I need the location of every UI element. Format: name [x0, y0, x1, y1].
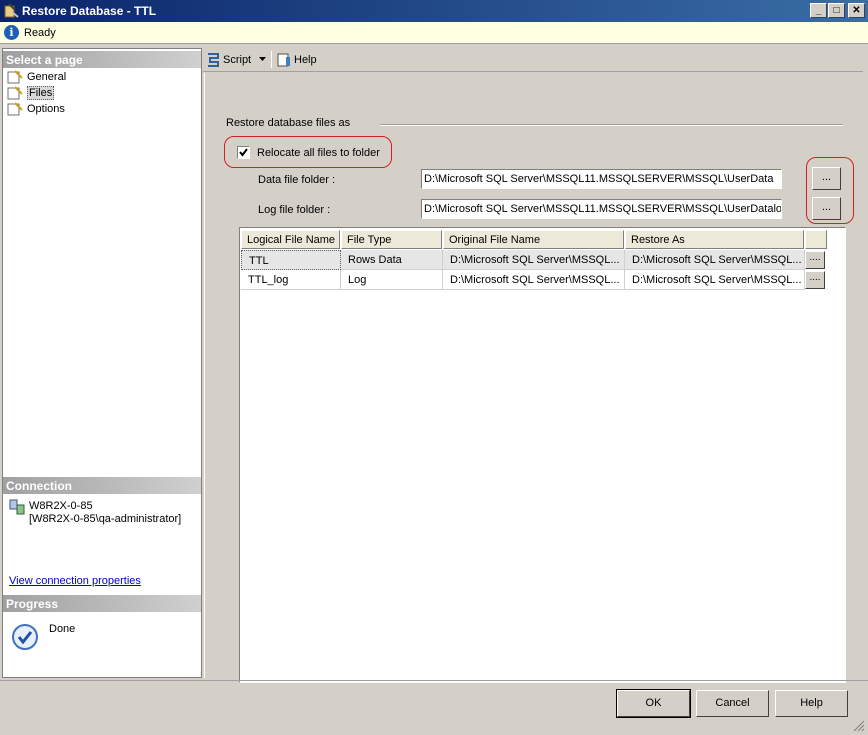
data-folder-label: Data file folder : — [258, 174, 336, 186]
status-bar: i Ready — [0, 22, 868, 44]
cell-restore-as[interactable]: D:\Microsoft SQL Server\MSSQL... — [625, 270, 805, 290]
log-folder-input[interactable]: D:\Microsoft SQL Server\MSSQL11.MSSQLSER… — [421, 199, 782, 219]
column-header-logical-file-name[interactable]: Logical File Name — [241, 230, 340, 249]
title-bar: Restore Database - TTL _ □ ✕ — [0, 0, 868, 22]
column-header-blank — [805, 230, 827, 249]
toolbar: Script Help — [203, 48, 863, 72]
page-files-label: Files — [27, 85, 55, 100]
page-wrench-icon — [7, 101, 23, 115]
ok-button[interactable]: OK — [616, 689, 691, 718]
restore-as-browse-button[interactable]: .... — [805, 271, 825, 289]
cell-logical-name[interactable]: TTL — [241, 250, 341, 270]
cancel-button[interactable]: Cancel — [696, 690, 769, 717]
column-header-original-file-name[interactable]: Original File Name — [443, 230, 624, 249]
restore-as-browse-button[interactable]: .... — [805, 251, 825, 269]
minimize-button[interactable]: _ — [810, 3, 827, 18]
left-pane: Select a page General Files Options Conn… — [2, 48, 202, 678]
script-icon — [208, 53, 219, 67]
footer-divider — [0, 680, 868, 681]
relocate-label: Relocate all files to folder — [257, 147, 380, 159]
checkmark-icon — [239, 148, 248, 157]
view-connection-properties-link[interactable]: View connection properties — [9, 575, 141, 587]
info-icon: i — [4, 25, 19, 40]
status-text: Ready — [24, 27, 56, 39]
script-label: Script — [223, 54, 252, 66]
progress-header: Progress — [3, 595, 201, 612]
page-files[interactable]: Files — [7, 85, 55, 100]
toolbar-separator — [271, 51, 272, 68]
script-button[interactable]: Script — [205, 52, 251, 68]
page-options[interactable]: Options — [7, 101, 65, 116]
log-folder-label: Log file folder : — [258, 204, 331, 216]
cell-original-file-name[interactable]: D:\Microsoft SQL Server\MSSQL... — [443, 270, 625, 290]
page-wrench-icon — [7, 85, 23, 99]
connection-header: Connection — [3, 477, 201, 494]
cell-logical-name[interactable]: TTL_log — [241, 270, 341, 290]
relocate-checkbox[interactable] — [237, 146, 250, 159]
help-toolbar-button[interactable]: Help — [276, 52, 317, 68]
page-options-label: Options — [27, 102, 65, 115]
data-folder-browse-button[interactable]: ... — [812, 167, 841, 190]
cell-original-file-name[interactable]: D:\Microsoft SQL Server\MSSQL... — [443, 250, 625, 270]
cell-restore-as[interactable]: D:\Microsoft SQL Server\MSSQL... — [625, 250, 805, 270]
cell-file-type[interactable]: Rows Data — [341, 250, 443, 270]
column-header-file-type[interactable]: File Type — [341, 230, 442, 249]
restore-files-group-title: Restore database files as — [226, 117, 351, 129]
connection-server: W8R2X-0-85 — [29, 500, 93, 512]
help-button[interactable]: Help — [775, 690, 848, 717]
window-title: Restore Database - TTL — [22, 4, 157, 18]
page-general[interactable]: General — [7, 69, 66, 84]
progress-status: Done — [49, 623, 76, 635]
database-restore-icon — [4, 3, 19, 18]
files-grid: Logical File Name File Type Original Fil… — [239, 227, 846, 683]
log-folder-browse-button[interactable]: ... — [812, 197, 841, 220]
group-divider — [380, 124, 843, 126]
files-page-content: Restore database files as Relocate all f… — [204, 73, 861, 683]
maximize-button[interactable]: □ — [828, 3, 845, 18]
chevron-down-icon — [259, 57, 266, 61]
server-icon — [9, 499, 25, 515]
page-wrench-icon — [7, 69, 23, 83]
cell-file-type[interactable]: Log — [341, 270, 443, 290]
help-book-icon — [277, 53, 290, 67]
data-folder-input[interactable]: D:\Microsoft SQL Server\MSSQL11.MSSQLSER… — [421, 169, 782, 189]
column-header-restore-as[interactable]: Restore As — [625, 230, 804, 249]
right-pane: Script Help Restore database files as Re… — [203, 48, 863, 683]
select-page-header: Select a page — [3, 51, 201, 68]
help-toolbar-label: Help — [294, 54, 317, 66]
page-general-label: General — [27, 70, 67, 83]
close-button[interactable]: ✕ — [848, 3, 865, 18]
done-check-icon — [12, 624, 38, 650]
connection-user: [W8R2X-0-85\qa-administrator] — [29, 513, 182, 525]
resize-grip-icon[interactable] — [852, 719, 865, 732]
script-dropdown-arrow[interactable] — [259, 57, 266, 61]
